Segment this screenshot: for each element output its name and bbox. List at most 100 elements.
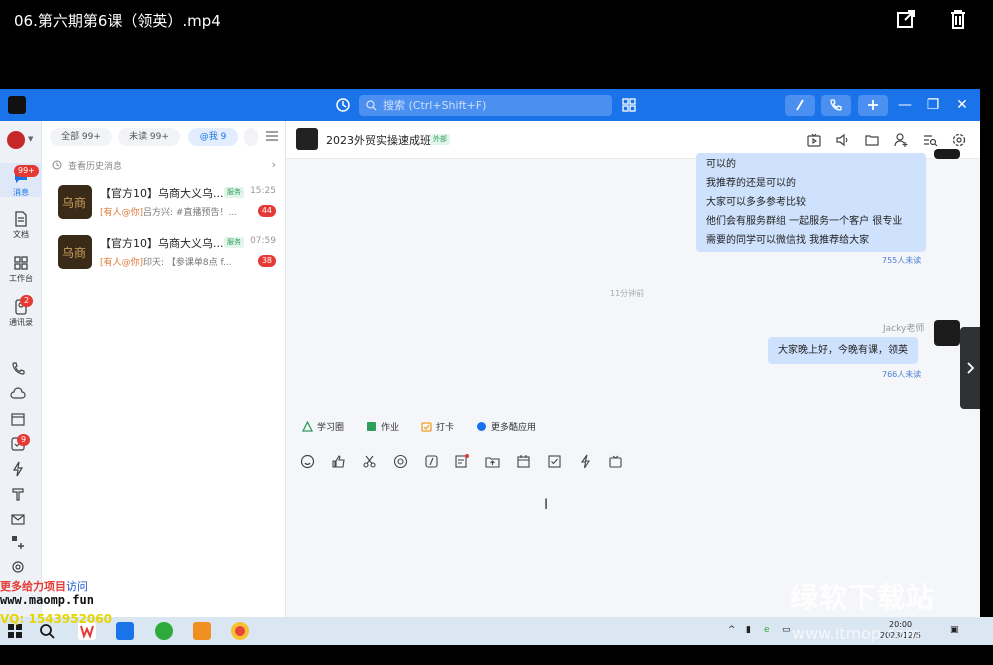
app-orange-icon[interactable]: [193, 622, 211, 640]
group-avatar[interactable]: [296, 128, 318, 150]
chevron-down-icon[interactable]: ▼: [28, 135, 33, 143]
slash-command-icon[interactable]: [424, 454, 439, 469]
watermark-brand: 绿软下载站: [790, 581, 936, 614]
watermark-brand-url: www.itmop.com: [792, 624, 921, 643]
gear-icon[interactable]: [951, 132, 967, 148]
add-button[interactable]: [858, 95, 888, 116]
preview-text: 印天: 【参课单8点 f...: [143, 258, 232, 268]
upload-folder-icon[interactable]: [485, 454, 500, 469]
service-tag: 服务: [224, 187, 244, 198]
rail-item-label: 文档: [13, 230, 29, 239]
rail-item-workbench[interactable]: 工作台: [0, 255, 42, 284]
emoji-icon[interactable]: [300, 454, 315, 469]
search-placeholder: 搜索 (Ctrl+Shift+F): [383, 99, 487, 112]
more-apps-icon[interactable]: [10, 534, 26, 550]
message-bubble[interactable]: 大家晚上好，今晚有课，领英: [768, 337, 918, 364]
lightning-icon[interactable]: [578, 454, 593, 469]
filter-mentions[interactable]: @我 9: [188, 128, 238, 146]
mail-icon[interactable]: [10, 511, 26, 527]
app-label: 更多酷应用: [491, 423, 537, 433]
network-icon[interactable]: ▭: [782, 625, 791, 635]
service-tag: 服务: [224, 237, 244, 248]
tray-app-icon[interactable]: e: [764, 625, 770, 635]
apps-grid-icon[interactable]: [621, 97, 637, 113]
app-label: 打卡: [436, 423, 455, 433]
conversation-preview: [有人@你]印天: 【参课单8点 f...: [100, 255, 250, 268]
app-more[interactable]: 更多酷应用: [476, 419, 536, 437]
rail-item-messages[interactable]: 消息 99+: [0, 163, 42, 197]
phone-icon: [830, 99, 842, 111]
filter-unread[interactable]: 未读 99+: [118, 128, 180, 146]
message-line: 可以的: [706, 159, 736, 170]
chrome-icon[interactable]: [231, 622, 249, 640]
list-item[interactable]: 乌商 【官方10】乌商大义乌... 服务 15:25 [有人@你]吕方兴: #直…: [42, 179, 286, 229]
note-icon[interactable]: [454, 454, 469, 469]
calendar-icon[interactable]: [10, 411, 26, 427]
title-bar: 搜索 (Ctrl+Shift+F) — ❐ ✕: [0, 89, 980, 121]
dingtalk-taskbar-icon[interactable]: [116, 622, 134, 640]
chevron-right-icon: ›: [271, 158, 276, 171]
app-study-circle[interactable]: 学习圈: [302, 419, 344, 437]
next-panel-button[interactable]: [960, 327, 980, 409]
mention-tag: [有人@你]: [100, 258, 144, 268]
close-button[interactable]: ✕: [954, 96, 970, 114]
notification-icon[interactable]: ▣: [950, 625, 959, 635]
rail-item-contacts[interactable]: 通讯录 2: [0, 295, 42, 328]
scissors-icon[interactable]: [362, 454, 377, 469]
group-avatar: 乌商: [58, 235, 92, 269]
read-status[interactable]: 766人未读: [882, 369, 921, 380]
app-checkin[interactable]: 打卡: [421, 419, 454, 437]
ai-assistant-button[interactable]: [785, 95, 815, 116]
message-bubble[interactable]: 可以的 我推荐的还是可以的 大家可以多多参考比较 他们会有服务群组 一起服务一个…: [696, 153, 926, 252]
call-button[interactable]: [821, 95, 851, 116]
live-icon[interactable]: [608, 454, 623, 469]
tools-icon[interactable]: [10, 486, 26, 502]
restore-button[interactable]: ❐: [925, 96, 941, 114]
at-mention-icon[interactable]: [393, 454, 408, 469]
app-homework[interactable]: 作业: [366, 419, 399, 437]
thumbs-up-icon[interactable]: [331, 454, 346, 469]
player-header: 06.第六期第6课（领英）.mp4: [0, 0, 993, 40]
triangle-icon: [302, 421, 313, 432]
sender-avatar[interactable]: [934, 149, 960, 159]
search-history-icon[interactable]: [922, 132, 938, 148]
checkbox-icon[interactable]: [547, 454, 562, 469]
watermark-qq: VQ: 1543952060: [0, 612, 112, 626]
minimize-button[interactable]: —: [897, 96, 913, 114]
add-member-icon[interactable]: [893, 132, 909, 148]
filter-more[interactable]: [244, 128, 258, 146]
list-item[interactable]: 乌商 【官方10】乌商大义乌... 服务 07:59 [有人@你]印天: 【参课…: [42, 229, 286, 279]
read-status[interactable]: 755人未读: [882, 255, 921, 266]
live-icon[interactable]: [806, 132, 822, 148]
cloud-icon[interactable]: [10, 386, 26, 402]
open-external-icon[interactable]: [895, 8, 917, 30]
settings-icon[interactable]: [10, 559, 26, 575]
conversation-list: 全部 99+ 未读 99+ @我 9 查看历史消息 › 乌商 【官方10】乌商大…: [42, 121, 286, 617]
plus-icon: [868, 100, 878, 110]
history-icon[interactable]: [335, 97, 351, 113]
user-avatar[interactable]: [7, 131, 25, 149]
microphone-icon[interactable]: ▮: [746, 625, 751, 635]
speaker-icon[interactable]: [835, 132, 851, 148]
history-link[interactable]: 查看历史消息 ›: [52, 158, 276, 173]
grid-icon: [14, 256, 28, 270]
calendar-icon[interactable]: [516, 454, 531, 469]
chat-title[interactable]: 2023外贸实操速成班: [326, 132, 431, 148]
search-input[interactable]: 搜索 (Ctrl+Shift+F): [359, 95, 612, 116]
group-avatar: 乌商: [58, 185, 92, 219]
trash-icon[interactable]: [947, 8, 969, 30]
filter-all[interactable]: 全部 99+: [50, 128, 112, 146]
tray-chevron-icon[interactable]: ^: [728, 625, 736, 635]
edge-icon[interactable]: [155, 622, 173, 640]
menu-icon[interactable]: [266, 131, 278, 141]
phone-icon[interactable]: [10, 361, 26, 377]
rail-item-docs[interactable]: 文档: [0, 211, 42, 240]
folder-icon[interactable]: [864, 132, 880, 148]
app-logo-icon: [8, 96, 26, 114]
preview-text: 吕方兴: #直播预告！...: [143, 208, 238, 218]
history-link-label: 查看历史消息: [68, 162, 123, 172]
dingtalk-window: 搜索 (Ctrl+Shift+F) — ❐ ✕ ▼ 消息 99+ 文档 工作台 …: [0, 89, 980, 617]
lightning-icon[interactable]: [10, 461, 26, 477]
avatar-text: 乌商: [62, 246, 87, 260]
sender-avatar[interactable]: [934, 320, 960, 346]
